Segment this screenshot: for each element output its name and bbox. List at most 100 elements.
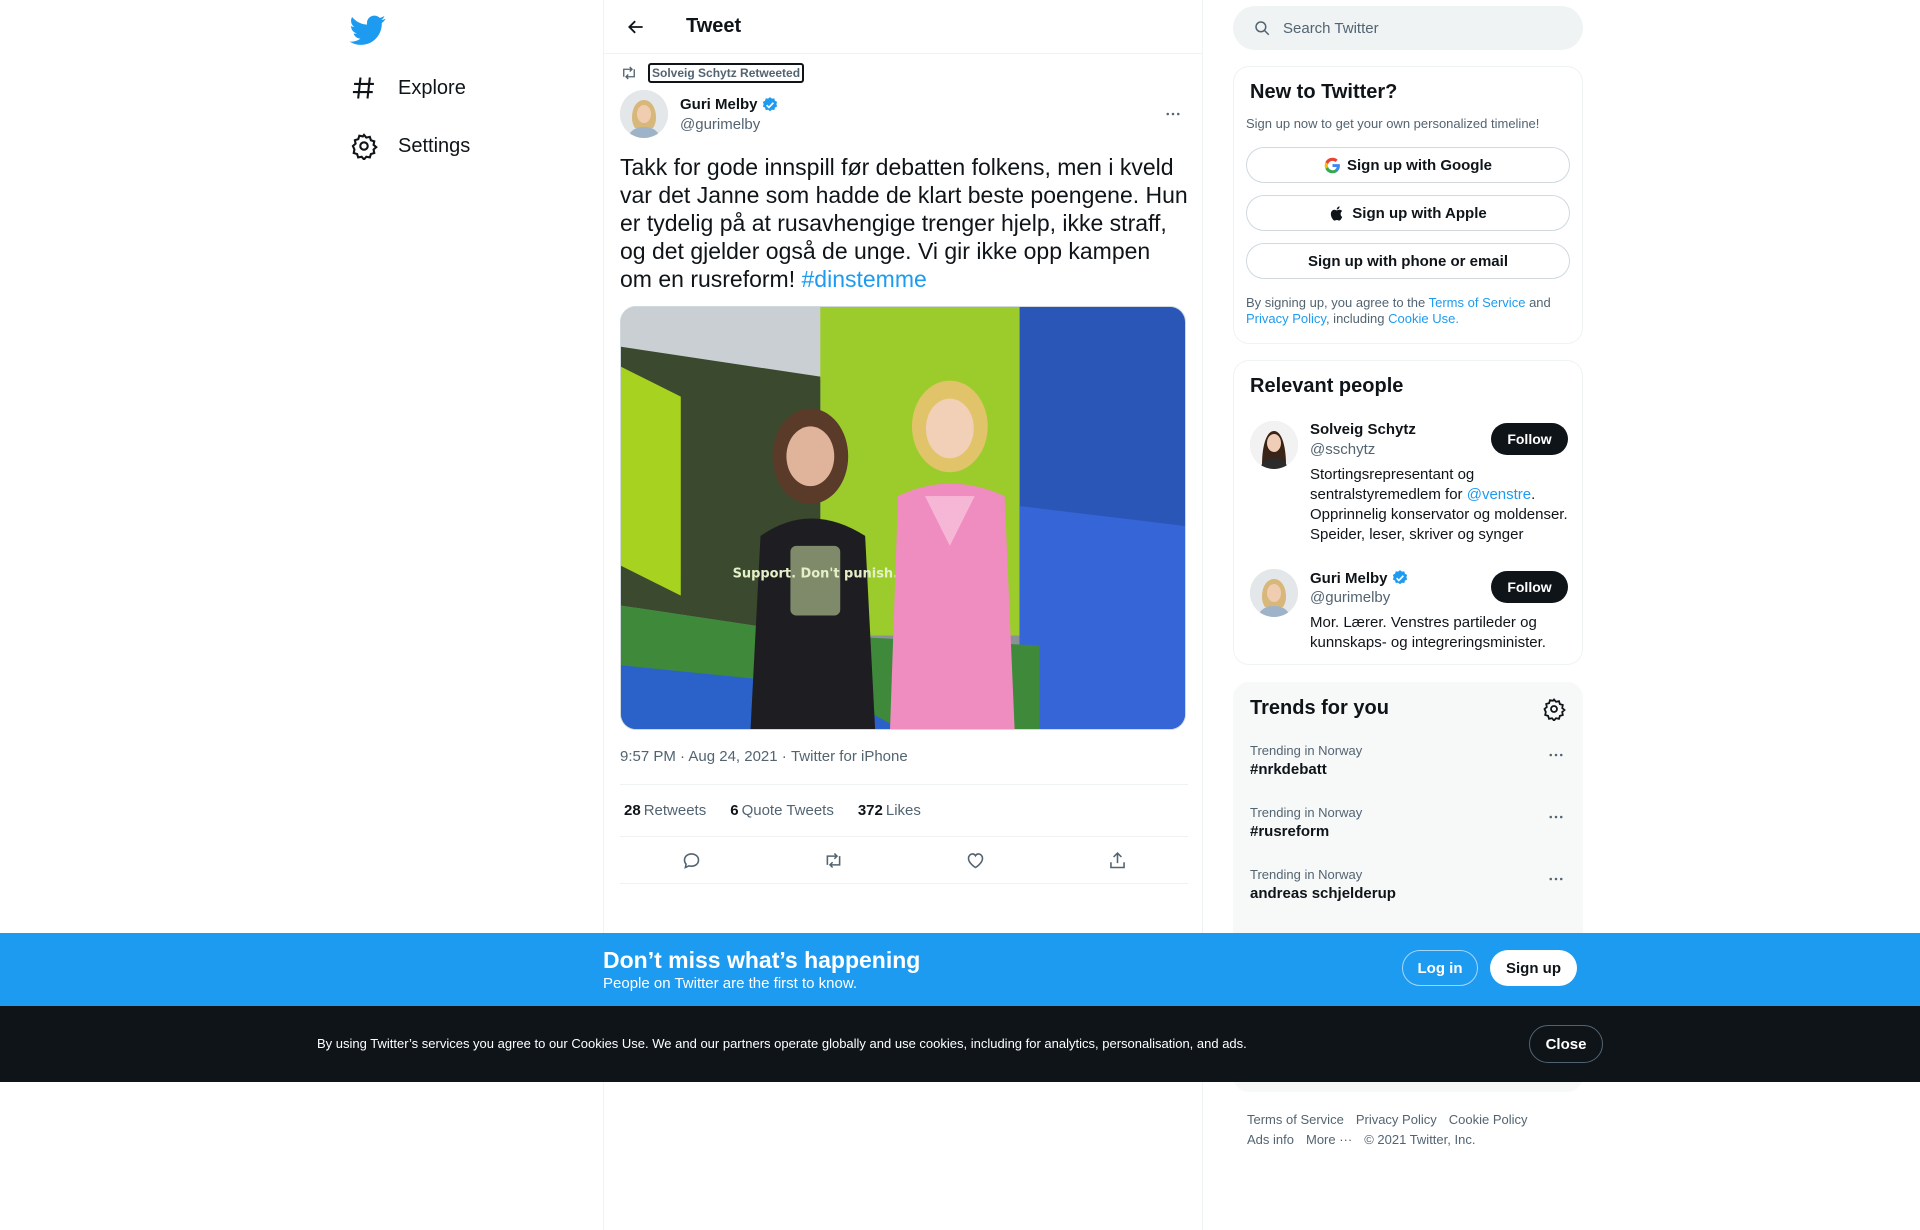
nav-explore[interactable]: Explore <box>350 63 466 113</box>
footer-privacy-link[interactable]: Privacy Policy <box>1356 1112 1437 1127</box>
signup-phone-email-button[interactable]: Sign up with phone or email <box>1246 243 1570 279</box>
twitter-bird-icon[interactable] <box>350 12 386 48</box>
signup-button[interactable]: Sign up <box>1490 950 1577 986</box>
trend-item[interactable]: Trending in Norway andreas schjelderup <box>1250 867 1568 902</box>
meta-separator: · <box>777 748 791 765</box>
avatar-image <box>1250 569 1298 617</box>
share-button[interactable] <box>1099 842 1135 878</box>
author-name[interactable]: Guri Melby <box>680 96 758 113</box>
like-button[interactable] <box>957 842 993 878</box>
person-handle[interactable]: @gurimelby <box>1310 589 1390 606</box>
tweet-photo[interactable]: Support. Don't punish. <box>620 306 1186 730</box>
trends-title: Trends for you <box>1250 697 1389 719</box>
trend-context: Trending in Norway <box>1250 805 1363 820</box>
person-name[interactable]: Guri Melby <box>1310 570 1388 587</box>
verified-badge-icon <box>1392 570 1407 585</box>
hashtag-icon <box>352 77 374 99</box>
relevant-people-title: Relevant people <box>1250 375 1404 397</box>
search-icon <box>1255 21 1270 36</box>
hashtag-link[interactable]: #dinstemme <box>802 266 927 292</box>
photo-illustration: Support. Don't punish. <box>621 307 1185 729</box>
cookie-use-link[interactable]: Cookie Use. <box>1388 311 1459 326</box>
reply-icon <box>683 852 699 869</box>
signup-google-label: Sign up with Google <box>1347 156 1492 174</box>
author-handle[interactable]: @gurimelby <box>680 116 779 133</box>
tos-link[interactable]: Terms of Service <box>1429 295 1526 310</box>
legal-including: , including <box>1325 311 1385 326</box>
quote-tweets-stat[interactable]: 6 Quote Tweets <box>730 802 834 819</box>
trend-more-button[interactable] <box>1544 867 1568 891</box>
footer-terms-link[interactable]: Terms of Service <box>1247 1112 1344 1127</box>
footer-links: Terms of Service Privacy Policy Cookie Pol… <box>1247 1110 1577 1150</box>
cookie-close-button[interactable]: Close <box>1529 1025 1603 1063</box>
signup-google-button[interactable]: Sign up with Google <box>1246 147 1570 183</box>
share-icon <box>1109 851 1125 868</box>
legal-and: and <box>1529 295 1551 310</box>
tweet-actions <box>620 837 1188 884</box>
gear-icon[interactable] <box>1542 697 1566 721</box>
arrow-left-icon <box>628 20 643 33</box>
cookie-text: By using Twitter’s services you agree to… <box>317 1036 1247 1051</box>
more-horizontal-icon <box>1549 877 1563 881</box>
search-box[interactable] <box>1233 6 1583 50</box>
trend-context: Trending in Norway <box>1250 867 1363 882</box>
person-handle[interactable]: @sschytz <box>1310 441 1375 458</box>
bio-mention-link[interactable]: @venstre <box>1467 486 1531 503</box>
tweet-more-button[interactable] <box>1158 99 1188 129</box>
tweet-meta: 9:57 PM · Aug 24, 2021 · Twitter for iPh… <box>620 748 908 765</box>
signup-legal: By signing up, you agree to the Terms of… <box>1246 295 1572 327</box>
new-to-twitter-card: New to Twitter? Sign up now to get your … <box>1233 66 1583 344</box>
retweet-button[interactable] <box>815 842 851 878</box>
person-avatar[interactable] <box>1250 569 1298 617</box>
search-input[interactable] <box>1283 19 1563 37</box>
retweets-label: Retweets <box>643 802 707 819</box>
trend-more-button[interactable] <box>1544 805 1568 829</box>
back-button[interactable] <box>618 9 654 45</box>
signup-apple-button[interactable]: Sign up with Apple <box>1246 195 1570 231</box>
more-horizontal-icon <box>1549 753 1563 757</box>
footer-cookie-link[interactable]: Cookie Policy <box>1449 1112 1528 1127</box>
tweet-text: Takk for gode innspill før debatten folk… <box>620 153 1188 293</box>
person-avatar[interactable] <box>1250 421 1298 469</box>
signup-phone-label: Sign up with phone or email <box>1307 252 1508 270</box>
person-name[interactable]: Solveig Schytz <box>1310 421 1416 438</box>
tweet-author: Guri Melby @gurimelby <box>620 90 1188 138</box>
tweet-timestamp[interactable]: 9:57 PM · Aug 24, 2021 <box>620 748 778 765</box>
banner-title: Don’t miss what’s happening <box>603 947 921 973</box>
privacy-link[interactable]: Privacy Policy <box>1246 311 1326 326</box>
person-guri[interactable]: Guri Melby @gurimelby Follow Mor. Lærer.… <box>1250 569 1568 659</box>
tweet-source[interactable]: Twitter for iPhone <box>791 748 908 765</box>
legal-prefix: By signing up, you agree to the <box>1246 295 1426 310</box>
trend-name: #rusreform <box>1250 823 1330 840</box>
footer-copyright: © 2021 Twitter, Inc. <box>1364 1132 1476 1147</box>
nav-explore-label: Explore <box>398 76 466 99</box>
footer-ads-link[interactable]: Ads info <box>1247 1132 1294 1147</box>
login-button[interactable]: Log in <box>1402 950 1478 986</box>
trend-item[interactable]: Trending in Norway #nrkdebatt <box>1250 743 1568 778</box>
trend-more-button[interactable] <box>1544 743 1568 767</box>
retweet-context: Solveig Schytz Retweeted <box>620 63 805 83</box>
author-avatar[interactable] <box>620 90 668 138</box>
nav-settings[interactable]: Settings <box>350 121 470 171</box>
banner-subtitle: People on Twitter are the first to know. <box>603 975 858 992</box>
retweeted-by-link[interactable]: Solveig Schytz Retweeted <box>648 63 805 83</box>
person-solveig[interactable]: Solveig Schytz @sschytz Follow Stortings… <box>1250 421 1568 556</box>
reply-button[interactable] <box>673 842 709 878</box>
likes-stat[interactable]: 372 Likes <box>858 802 921 819</box>
relevant-people-card: Relevant people Solveig Schytz @sschytz … <box>1233 360 1583 665</box>
footer-more-link[interactable]: More ··· <box>1306 1132 1352 1147</box>
retweets-stat[interactable]: 28 Retweets <box>624 802 706 819</box>
likes-count: 372 <box>857 802 883 819</box>
person-bio: Stortingsrepresentant og sentralstyremed… <box>1310 465 1572 545</box>
quote-count: 6 <box>730 802 739 819</box>
likes-label: Likes <box>885 802 921 819</box>
trend-item[interactable]: Trending in Norway #rusreform <box>1250 805 1568 840</box>
retweets-count: 28 <box>624 802 641 819</box>
retweet-icon <box>826 852 840 868</box>
follow-button[interactable]: Follow <box>1491 571 1568 603</box>
trend-name: andreas schjelderup <box>1250 885 1396 902</box>
bio-text: Stortingsrepresentant og sentralstyremed… <box>1310 466 1475 503</box>
avatar-image <box>620 90 668 138</box>
follow-button[interactable]: Follow <box>1491 423 1568 455</box>
heart-icon <box>967 852 983 868</box>
